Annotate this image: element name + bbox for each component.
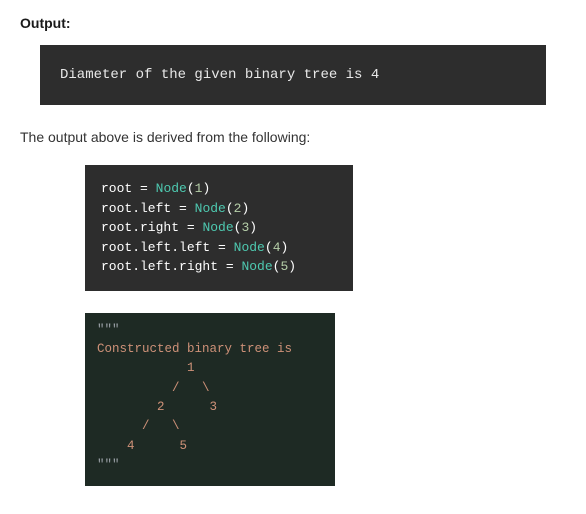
explanation-text: The output above is derived from the fol… [20,129,566,145]
output-result-block: Diameter of the given binary tree is 4 [40,45,546,105]
docstring-quote: """ [97,323,120,337]
code-token: ) [288,259,296,274]
code-token: ( [226,201,234,216]
code-token [148,181,156,196]
code-token: root.left.right [101,259,226,274]
code-token: root.right [101,220,187,235]
tree-comment-line: 2 3 [97,400,217,414]
code-block-tree-construction: root = Node(1) root.left = Node(2) root.… [85,165,353,291]
code-token: ( [187,181,195,196]
code-token: ) [241,201,249,216]
code-token: Node [202,220,233,235]
code-token: root.left [101,201,179,216]
code-token: 4 [273,240,281,255]
code-token: = [226,259,234,274]
code-token: = [187,220,195,235]
tree-comment-line: 1 [97,361,195,375]
code-token [187,201,195,216]
code-token: = [218,240,226,255]
output-heading: Output: [20,15,566,31]
code-token: = [179,201,187,216]
tree-comment-line: / \ [97,381,210,395]
code-block-tree-diagram: """ Constructed binary tree is 1 / \ 2 3… [85,313,335,486]
docstring-quote: """ [97,458,120,472]
tree-comment-line: / \ [97,419,180,433]
code-token: root [101,181,140,196]
code-token: Node [156,181,187,196]
code-token: Node [234,240,265,255]
code-token: ) [281,240,289,255]
code-token [226,240,234,255]
code-token: ( [265,240,273,255]
tree-comment-line: Constructed binary tree is [97,342,292,356]
code-token: root.left.left [101,240,218,255]
code-token: Node [241,259,272,274]
code-token: ) [202,181,210,196]
code-token: ) [249,220,257,235]
code-token: = [140,181,148,196]
code-token: Node [195,201,226,216]
tree-comment-line: 4 5 [97,439,187,453]
